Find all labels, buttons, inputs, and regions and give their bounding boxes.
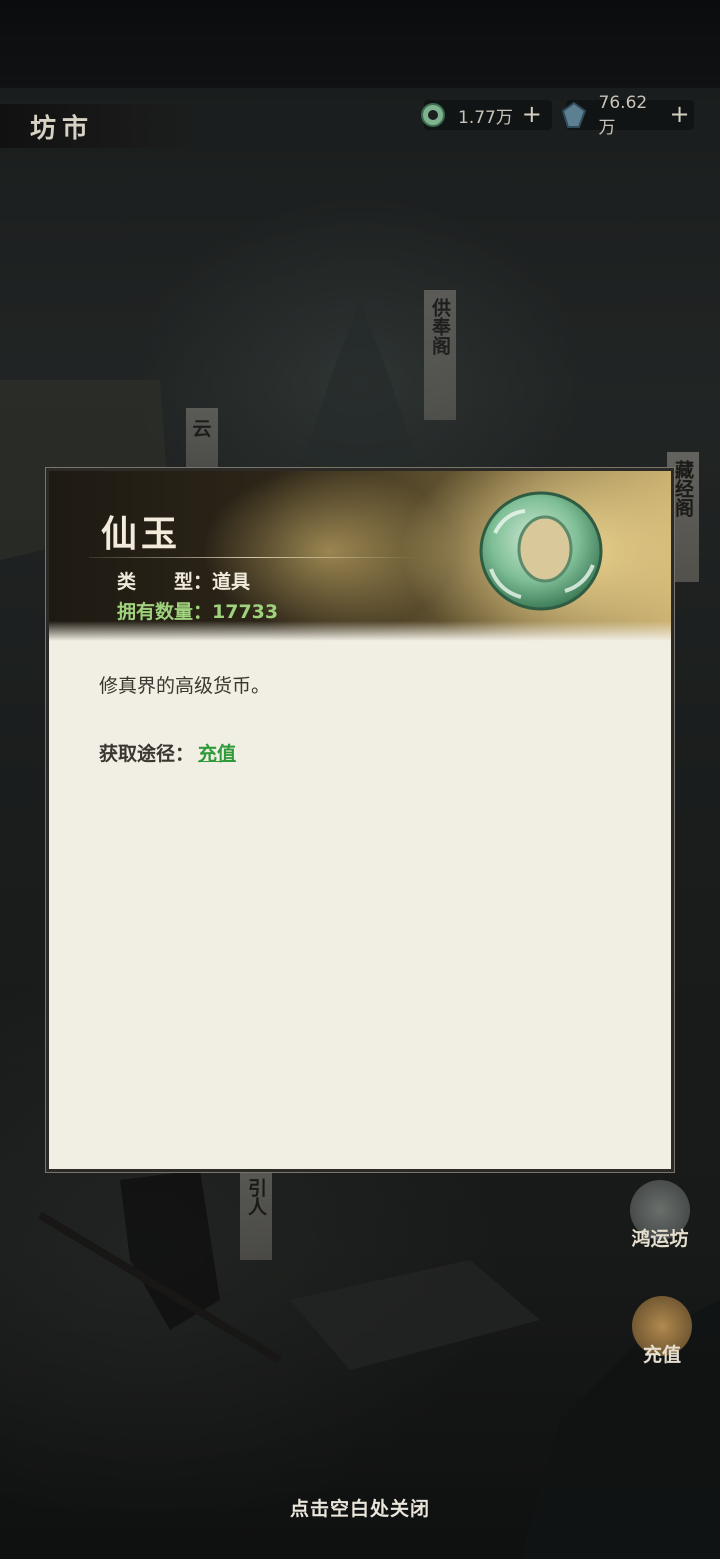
item-name: 仙玉 (101, 514, 182, 555)
recharge-label: 充值 (642, 1344, 681, 1366)
item-type-value: 道具 (212, 571, 251, 593)
item-description: 修真界的高级货币。 (99, 675, 271, 697)
recharge-link[interactable]: 充值 (198, 743, 236, 765)
jade-disc-icon (465, 473, 615, 623)
fortune-shop-button[interactable]: 鸿运坊 (624, 1180, 696, 1251)
recharge-button[interactable]: 充值 (626, 1296, 698, 1367)
jade-coin-icon (418, 100, 448, 130)
add-jade-button[interactable]: + (521, 102, 543, 126)
page-title: 坊市 (0, 104, 200, 148)
close-hint: 点击空白处关闭 (289, 1498, 430, 1520)
add-crystal-button[interactable]: + (669, 102, 690, 126)
item-source-label: 获取途径： (99, 743, 195, 765)
item-type-label: 类 型： (117, 571, 213, 593)
fortune-shop-label: 鸿运坊 (631, 1228, 689, 1250)
page-title-label: 坊市 (30, 113, 95, 144)
divider (89, 557, 419, 558)
currency-crystal-amount: 76.62万 (598, 92, 648, 138)
header-fade (49, 621, 671, 641)
item-detail-dialog: 仙玉 类 型：道具 拥有数量：17733 修真界的高级货币。 获取途径： 充值 (46, 468, 674, 1172)
item-count-row: 拥有数量：17733 (117, 597, 278, 624)
currency-crystal: 76.62万 + (562, 93, 694, 138)
crystal-icon (560, 100, 589, 130)
item-source-row: 获取途径： 充值 (99, 739, 236, 766)
currency-jade: 1.77万 + (421, 100, 552, 130)
currency-jade-amount: 1.77万 (458, 107, 513, 128)
item-count-value: 17733 (212, 601, 279, 623)
item-count-label: 拥有数量： (117, 601, 213, 623)
item-type-row: 类 型：道具 (117, 567, 250, 594)
